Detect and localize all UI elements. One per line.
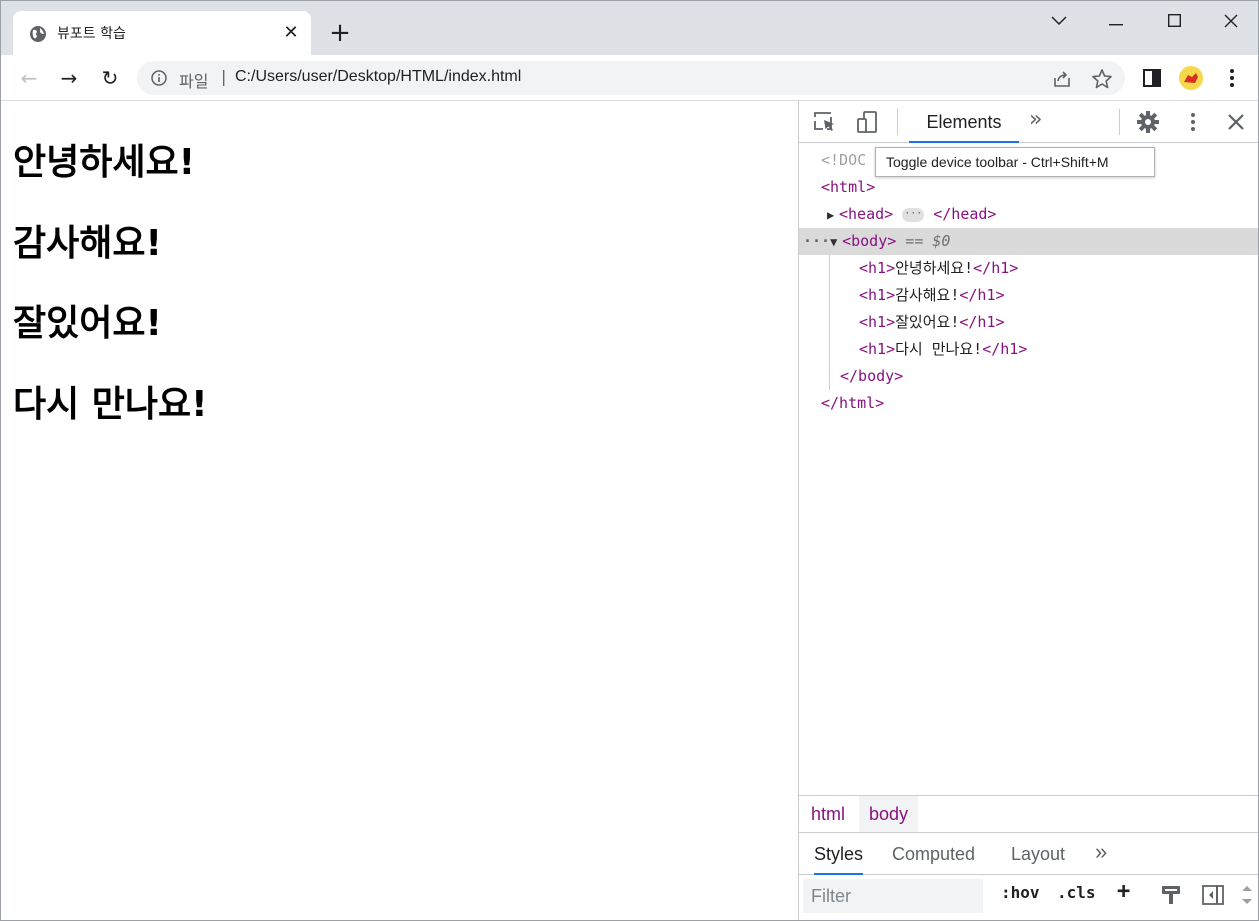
bookmark-star-icon[interactable] [1091,68,1113,90]
scrollbar-arrows-icon[interactable] [1239,883,1255,907]
reload-button[interactable]: ↻ [97,65,123,91]
h1-close-tag: </h1> [959,313,1005,331]
tab-styles[interactable]: Styles [814,833,864,875]
body-open-tag: <body> [842,232,897,250]
doctype-text: <!DOC [821,151,867,169]
styles-filter-bar: :hov .cls + [799,875,1258,920]
back-button[interactable]: ← [16,65,42,91]
breadcrumb: html body [799,795,1258,833]
device-toolbar-icon[interactable] [855,110,879,134]
more-tabs-icon[interactable]: » [1029,107,1042,132]
toolbar-divider [1119,109,1120,135]
filter-input[interactable] [803,879,983,913]
profile-avatar-icon[interactable] [1178,65,1204,91]
address-bar[interactable]: 파일 | C:/Users/user/Desktop/HTML/index.ht… [137,61,1125,95]
tab-layout[interactable]: Layout [1011,833,1065,875]
tab-computed[interactable]: Computed [892,833,975,875]
tree-row-h1[interactable]: <h1>안녕하세요!</h1> [799,255,1258,282]
heading-4: 다시 만나요! [13,384,208,425]
devtools-panel: Elements » <!DOC <html> ▶ <head> ··· </h… [798,101,1258,920]
paint-brush-icon[interactable] [1159,883,1183,907]
browser-toolbar: ← → ↻ 파일 | C:/Users/user/Desktop/HTML/in… [1,55,1258,101]
cls-toggle[interactable]: .cls [1057,883,1096,902]
tree-row-html[interactable]: <html> [799,174,1258,201]
new-style-rule-button[interactable]: + [1117,879,1130,904]
toolbar-divider [897,109,898,135]
share-icon[interactable] [1051,68,1073,90]
row-actions-dots[interactable]: ··· [803,232,830,250]
head-close-tag: </head> [933,205,997,223]
heading-1: 안녕하세요! [13,142,196,183]
tree-row-h1[interactable]: <h1>다시 만나요!</h1> [799,336,1258,363]
hov-toggle[interactable]: :hov [1001,883,1040,902]
h1-open-tag: <h1> [859,286,896,304]
new-tab-button[interactable]: + [327,20,353,46]
styles-subtabs: Styles Computed Layout » [799,831,1258,875]
forward-button[interactable]: → [56,65,82,91]
devtools-tabbar: Elements » [799,101,1258,143]
expand-triangle-icon[interactable]: ▶ [827,202,839,229]
scheme-separator: | [221,67,227,86]
h1-open-tag: <h1> [859,340,896,358]
tree-row-head[interactable]: ▶ <head> ··· </head> [799,201,1258,229]
h1-open-tag: <h1> [859,313,896,331]
minimize-button[interactable] [1096,7,1136,35]
html-open-tag: <html> [821,178,876,196]
elements-tree: <!DOC <html> ▶ <head> ··· </head> ···▼ <bo… [799,143,1258,793]
page-viewport: 안녕하세요! 감사해요! 잘있어요! 다시 만나요! [1,101,798,920]
selected-node-marker: == $0 [896,232,951,250]
heading-3: 잘있어요! [13,303,162,344]
tab-search-icon[interactable] [1039,7,1079,35]
settings-gear-icon[interactable] [1136,110,1160,134]
tree-row-body-close[interactable]: </body> [799,363,1258,390]
more-subtabs-icon[interactable]: » [1095,831,1107,873]
info-icon[interactable] [151,70,167,86]
h1-text: 잘있어요! [895,313,960,331]
scheme-label: 파일 [179,72,209,91]
html-close-tag: </html> [821,394,885,412]
body-close-tag: </body> [840,367,904,385]
globe-icon [30,26,46,42]
h1-close-tag: </h1> [959,286,1005,304]
browser-window: 뷰포트 학습 ✕ + ← → ↻ 파일 | C:/Users/user/Desk… [0,0,1259,921]
h1-close-tag: </h1> [973,259,1019,277]
devtools-menu-icon[interactable] [1181,110,1205,134]
browser-tab[interactable]: 뷰포트 학습 ✕ [13,11,311,55]
close-window-button[interactable] [1211,7,1251,35]
tree-row-h1[interactable]: <h1>잘있어요!</h1> [799,309,1258,336]
inspect-element-icon[interactable] [813,110,837,134]
collapsed-content-pill[interactable]: ··· [902,207,925,222]
close-devtools-icon[interactable] [1224,110,1248,134]
tree-row-body[interactable]: ···▼ <body> == $0 [799,228,1258,256]
toggle-sidebar-icon[interactable] [1201,883,1225,907]
h1-text: 다시 만나요! [895,340,983,358]
h1-text: 안녕하세요! [895,259,974,277]
heading-2: 감사해요! [13,223,162,264]
h1-close-tag: </h1> [982,340,1028,358]
breadcrumb-html[interactable]: html [801,796,855,832]
tree-row-h1[interactable]: <h1>감사해요!</h1> [799,282,1258,309]
tab-title: 뷰포트 학습 [57,26,126,42]
url-text[interactable]: C:/Users/user/Desktop/HTML/index.html [235,68,521,86]
side-panel-icon[interactable] [1139,65,1165,91]
tooltip: Toggle device toolbar - Ctrl+Shift+M [875,147,1155,177]
breadcrumb-body[interactable]: body [859,796,919,832]
collapse-triangle-icon[interactable]: ▼ [830,229,842,256]
tree-row-html-close[interactable]: </html> [799,390,1258,417]
maximize-button[interactable] [1154,7,1194,35]
browser-menu-icon[interactable] [1219,65,1245,91]
h1-text: 감사해요! [895,286,960,304]
close-tab-icon[interactable]: ✕ [281,23,301,43]
tab-elements[interactable]: Elements [909,101,1019,143]
h1-open-tag: <h1> [859,259,896,277]
head-open-tag: <head> [839,205,894,223]
indent-guide [829,255,830,390]
tab-strip: 뷰포트 학습 ✕ + [1,1,1258,55]
